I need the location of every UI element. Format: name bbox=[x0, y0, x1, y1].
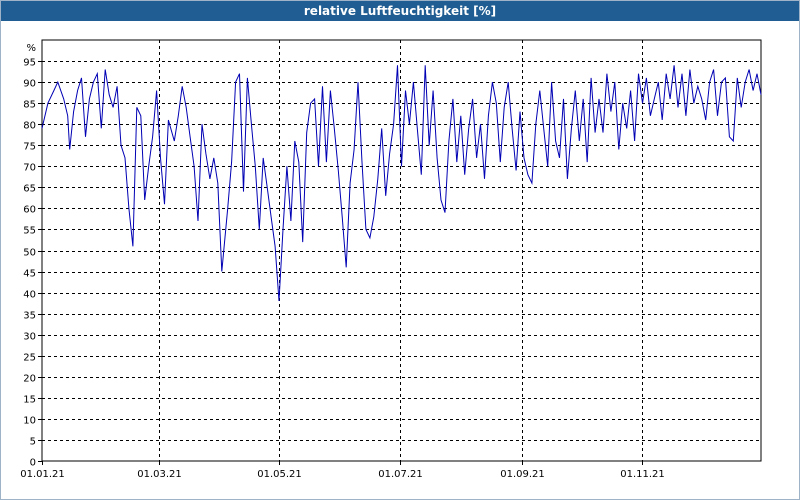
y-tick-label: 10 bbox=[23, 416, 36, 427]
x-tick-label: 01.01.21 bbox=[20, 469, 65, 480]
y-axis-label: % bbox=[26, 43, 36, 54]
y-tick-label: 0 bbox=[30, 458, 36, 469]
x-tick-label: 01.11.21 bbox=[620, 469, 665, 480]
chart-title: relative Luftfeuchtigkeit [%] bbox=[1, 1, 799, 21]
y-tick-label: 80 bbox=[23, 121, 36, 132]
y-tick-label: 30 bbox=[23, 332, 36, 343]
y-tick-label: 15 bbox=[23, 395, 36, 406]
humidity-line-chart: 0 5 10 15 20 25 30 35 40 45 50 55 60 65 70 75 80 85 90 95 01… bbox=[20, 39, 762, 480]
y-tick-label: 25 bbox=[23, 353, 36, 364]
x-tick-label: 01.03.21 bbox=[137, 469, 182, 480]
chart-window: relative Luftfeuchtigkeit [%] 0 5 10 15 20 25… bbox=[0, 0, 800, 500]
y-tick-label: 50 bbox=[23, 248, 36, 259]
y-tick-label: 55 bbox=[23, 226, 36, 237]
y-tick-label: 45 bbox=[23, 269, 36, 280]
x-tick-label: 01.05.21 bbox=[257, 469, 302, 480]
y-tick-label: 35 bbox=[23, 311, 36, 322]
y-tick-label: 90 bbox=[23, 79, 36, 90]
y-tick-label: 40 bbox=[23, 290, 36, 301]
y-tick-label: 95 bbox=[23, 58, 36, 69]
x-tick-label: 01.07.21 bbox=[378, 469, 423, 480]
y-tick-label: 20 bbox=[23, 374, 36, 385]
y-tick-label: 60 bbox=[23, 205, 36, 216]
x-tick-label: 01.09.21 bbox=[500, 469, 545, 480]
y-tick-label: 65 bbox=[23, 184, 36, 195]
y-tick-label: 75 bbox=[23, 142, 36, 153]
y-tick-label: 5 bbox=[30, 437, 36, 448]
y-tick-label: 70 bbox=[23, 163, 36, 174]
y-tick-label: 85 bbox=[23, 100, 36, 111]
